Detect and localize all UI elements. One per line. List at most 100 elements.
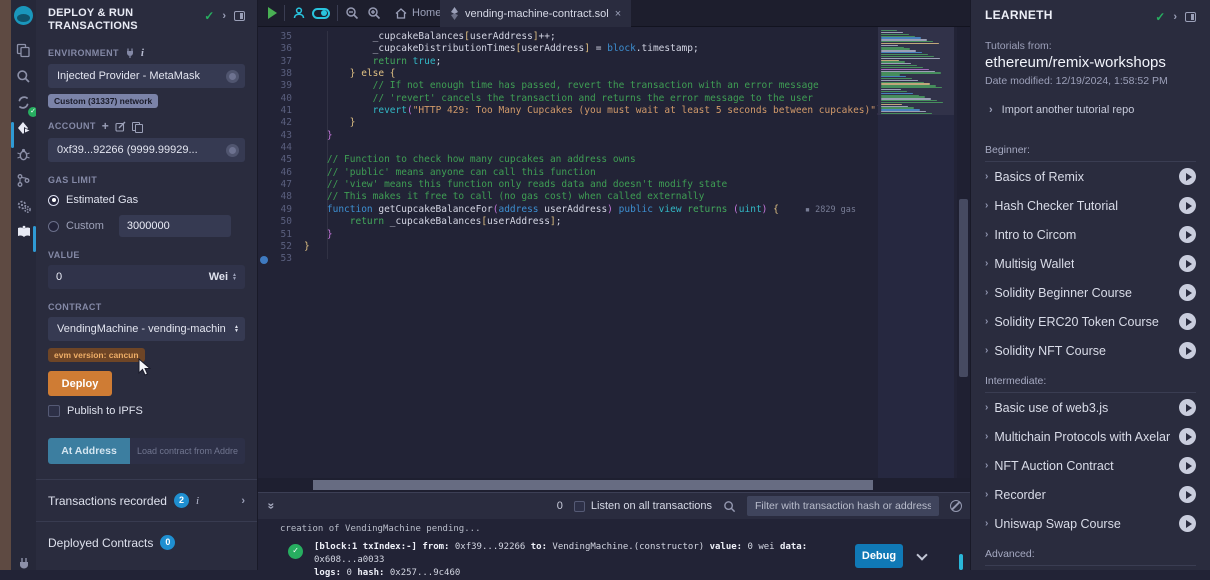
contract-select[interactable]: VendingMachine - vending-machin ▲▼	[48, 317, 245, 341]
tutorial-item[interactable]: ›NFT Auction Contract	[985, 451, 1196, 480]
play-tutorial-button[interactable]	[1179, 486, 1196, 503]
pin-panel-icon[interactable]	[1185, 12, 1196, 22]
line-number[interactable]: 40	[258, 93, 292, 105]
listen-all-checkbox[interactable]	[574, 501, 585, 512]
search-icon[interactable]	[11, 63, 36, 89]
environment-select[interactable]: Injected Provider - MetaMask	[48, 64, 245, 88]
play-tutorial-button[interactable]	[1179, 197, 1196, 214]
estimated-gas-radio[interactable]	[48, 195, 59, 206]
play-tutorial-button[interactable]	[1179, 399, 1196, 416]
tab-vending-machine-contract[interactable]: vending-machine-contract.sol ×	[440, 0, 631, 27]
line-number[interactable]: 47	[258, 179, 292, 191]
close-tab-icon[interactable]: ×	[615, 8, 621, 20]
edit-account-icon[interactable]	[115, 121, 126, 132]
zoom-out-icon[interactable]	[345, 6, 359, 20]
add-account-icon[interactable]: +	[102, 119, 109, 133]
deploy-run-icon[interactable]	[11, 115, 36, 141]
line-number[interactable]: 35	[258, 31, 292, 43]
tutorial-item[interactable]: ›Recorder	[985, 480, 1196, 509]
deployed-contracts-row[interactable]: Deployed Contracts 0	[48, 522, 245, 563]
line-number[interactable]: 44	[258, 142, 292, 154]
value-unit[interactable]: Wei	[209, 271, 228, 283]
line-number[interactable]: 39	[258, 80, 292, 92]
breakpoint-dot[interactable]	[260, 256, 268, 264]
code-editor[interactable]: 35 _cupcakeBalances[userAddress]++;36 _c…	[258, 27, 970, 478]
deploy-button[interactable]: Deploy	[48, 371, 112, 396]
at-address-input[interactable]	[130, 438, 245, 464]
tutorial-item[interactable]: ›Multichain Protocols with Axelar	[985, 422, 1196, 451]
tutorial-item[interactable]: ›Intro to Circom	[985, 220, 1196, 249]
clear-console-icon[interactable]	[950, 500, 962, 512]
scrollbar-thumb[interactable]	[313, 480, 873, 490]
account-select[interactable]: 0xf39...92266 (9999.99929...	[48, 138, 245, 162]
plug-icon[interactable]	[125, 48, 135, 58]
play-tutorial-button[interactable]	[1179, 457, 1196, 474]
line-number[interactable]: 49	[258, 204, 292, 216]
minimap[interactable]	[878, 27, 954, 478]
at-address-button[interactable]: At Address	[48, 438, 130, 464]
expand-terminal-icon[interactable]: »	[264, 503, 278, 510]
tutorial-item[interactable]: ›Uniswap Swap Course	[985, 509, 1196, 538]
import-repo-row[interactable]: › Import another tutorial repo	[985, 104, 1196, 116]
tutorial-item[interactable]: ›Solidity ERC20 Token Course	[985, 307, 1196, 336]
tutorial-item[interactable]: ›All about Proxy Contracts	[985, 566, 1196, 570]
terminal-output[interactable]: creation of VendingMachine pending... ✓ …	[258, 519, 970, 570]
line-number[interactable]: 45	[258, 154, 292, 166]
line-number[interactable]: 36	[258, 43, 292, 55]
ai-copilot-toggle[interactable]	[312, 8, 330, 19]
custom-gas-radio[interactable]	[48, 221, 59, 232]
line-number[interactable]: 37	[258, 56, 292, 68]
settings-icon[interactable]	[11, 193, 36, 219]
tutorial-item[interactable]: ›Solidity NFT Course	[985, 336, 1196, 365]
tutorial-item[interactable]: ›Multisig Wallet	[985, 249, 1196, 278]
editor-horizontal-scrollbar[interactable]	[258, 478, 970, 492]
scrollbar-thumb[interactable]	[959, 199, 968, 377]
tutorial-item[interactable]: ›Basic use of web3.js	[985, 393, 1196, 422]
environment-info-icon[interactable]: i	[141, 47, 144, 59]
play-tutorial-button[interactable]	[1179, 428, 1196, 445]
transactions-recorded-row[interactable]: Transactions recorded 2 i ›	[48, 480, 245, 521]
collapse-panel-icon[interactable]: ›	[1173, 11, 1177, 23]
learneth-icon[interactable]	[11, 219, 36, 245]
custom-gas-input[interactable]	[119, 215, 231, 237]
line-number[interactable]: 42	[258, 117, 292, 129]
line-number[interactable]: 48	[258, 191, 292, 203]
line-number[interactable]: 52	[258, 241, 292, 253]
play-tutorial-button[interactable]	[1179, 255, 1196, 272]
plugin-icon[interactable]	[11, 550, 36, 576]
debug-button[interactable]: Debug	[855, 544, 903, 568]
tutorial-item[interactable]: ›Hash Checker Tutorial	[985, 191, 1196, 220]
line-number[interactable]: 50	[258, 216, 292, 228]
solidity-compiler-icon[interactable]: ✓	[11, 89, 36, 115]
play-tutorial-button[interactable]	[1179, 168, 1196, 185]
value-input[interactable]	[56, 271, 209, 283]
editor-vertical-scrollbar[interactable]	[957, 27, 970, 478]
home-tab[interactable]: Home	[395, 7, 441, 19]
copy-account-icon[interactable]	[132, 122, 141, 131]
git-icon[interactable]	[11, 167, 36, 193]
tutorial-item[interactable]: ›Solidity Beginner Course	[985, 278, 1196, 307]
account-menu-icon[interactable]	[226, 144, 239, 157]
run-script-icon[interactable]	[268, 7, 277, 19]
terminal-search-icon[interactable]	[723, 500, 736, 513]
play-tutorial-button[interactable]	[1179, 284, 1196, 301]
debugger-icon[interactable]	[11, 141, 36, 167]
transaction-log-row[interactable]: ✓ [block:1 txIndex:-] from: 0xf39...9226…	[258, 541, 970, 580]
remixai-assistant-icon[interactable]	[292, 6, 306, 20]
play-tutorial-button[interactable]	[1179, 515, 1196, 532]
tutorial-item[interactable]: ›Basics of Remix	[985, 162, 1196, 191]
publish-ipfs-checkbox[interactable]	[48, 405, 60, 417]
line-number[interactable]: 43	[258, 130, 292, 142]
pin-panel-icon[interactable]	[234, 11, 245, 21]
line-number[interactable]: 38	[258, 68, 292, 80]
expand-tx-icon[interactable]	[916, 549, 927, 560]
play-tutorial-button[interactable]	[1179, 342, 1196, 359]
collapse-panel-icon[interactable]: ›	[222, 10, 226, 22]
remix-logo[interactable]	[11, 0, 36, 30]
transactions-info-icon[interactable]: i	[196, 495, 199, 507]
transactions-expand-icon[interactable]: ›	[241, 495, 245, 507]
file-explorer-icon[interactable]	[11, 37, 36, 63]
line-number[interactable]: 41	[258, 105, 292, 117]
line-number[interactable]: 51	[258, 229, 292, 241]
zoom-in-icon[interactable]	[367, 6, 381, 20]
